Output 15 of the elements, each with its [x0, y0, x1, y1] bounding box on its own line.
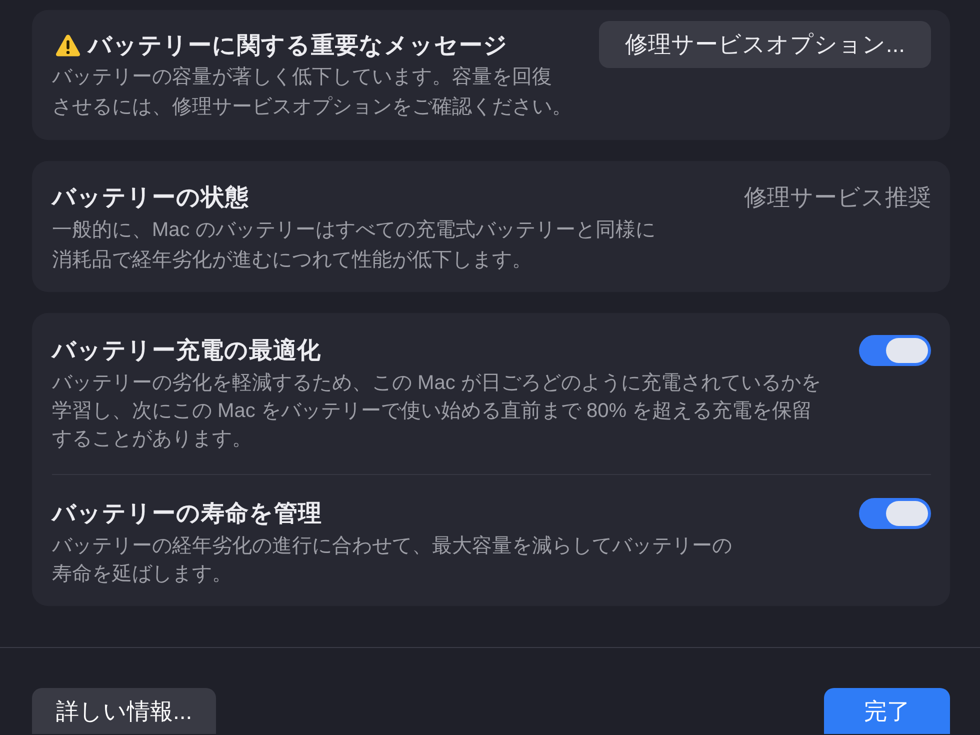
toggle-switch[interactable]: [859, 498, 931, 529]
more-info-button[interactable]: 詳しい情報...: [32, 688, 216, 734]
toggle-switch[interactable]: [859, 335, 931, 366]
health-description: 一般的に、Mac のバッテリーはすべての充電式バッテリーと同様に消耗品で経年劣化が進むにつれて性能が低下します。: [52, 218, 656, 273]
setting-description: バッテリーの経年劣化の進行に合わせて、最大容量を減らしてバッテリーの寿命を延ばします。: [52, 534, 733, 587]
health-status: 修理サービス推奨: [744, 183, 931, 212]
alert-description: バッテリーの容量が著しく低下しています。容量を回復させるには、修理サービスオプションをご確認ください。: [52, 65, 562, 120]
alert-title: バッテリーに関する重要なメッセージ: [88, 31, 508, 60]
setting-description: バッテリーの劣化を軽減するため、この Mac が日ごろどのように充電されているかを学習し、次にこの Mac をバッテリーで使い始める直前まで 80% を超える充電を保留することがあります。: [52, 371, 822, 452]
repair-options-button[interactable]: 修理サービスオプション...: [598, 21, 931, 68]
health-title: バッテリーの状態: [52, 183, 250, 212]
setting-title: バッテリーの寿命を管理: [52, 499, 323, 528]
done-button[interactable]: 完了: [824, 688, 950, 734]
setting-title: バッテリー充電の最適化: [52, 336, 322, 365]
warning-icon: [55, 34, 81, 56]
